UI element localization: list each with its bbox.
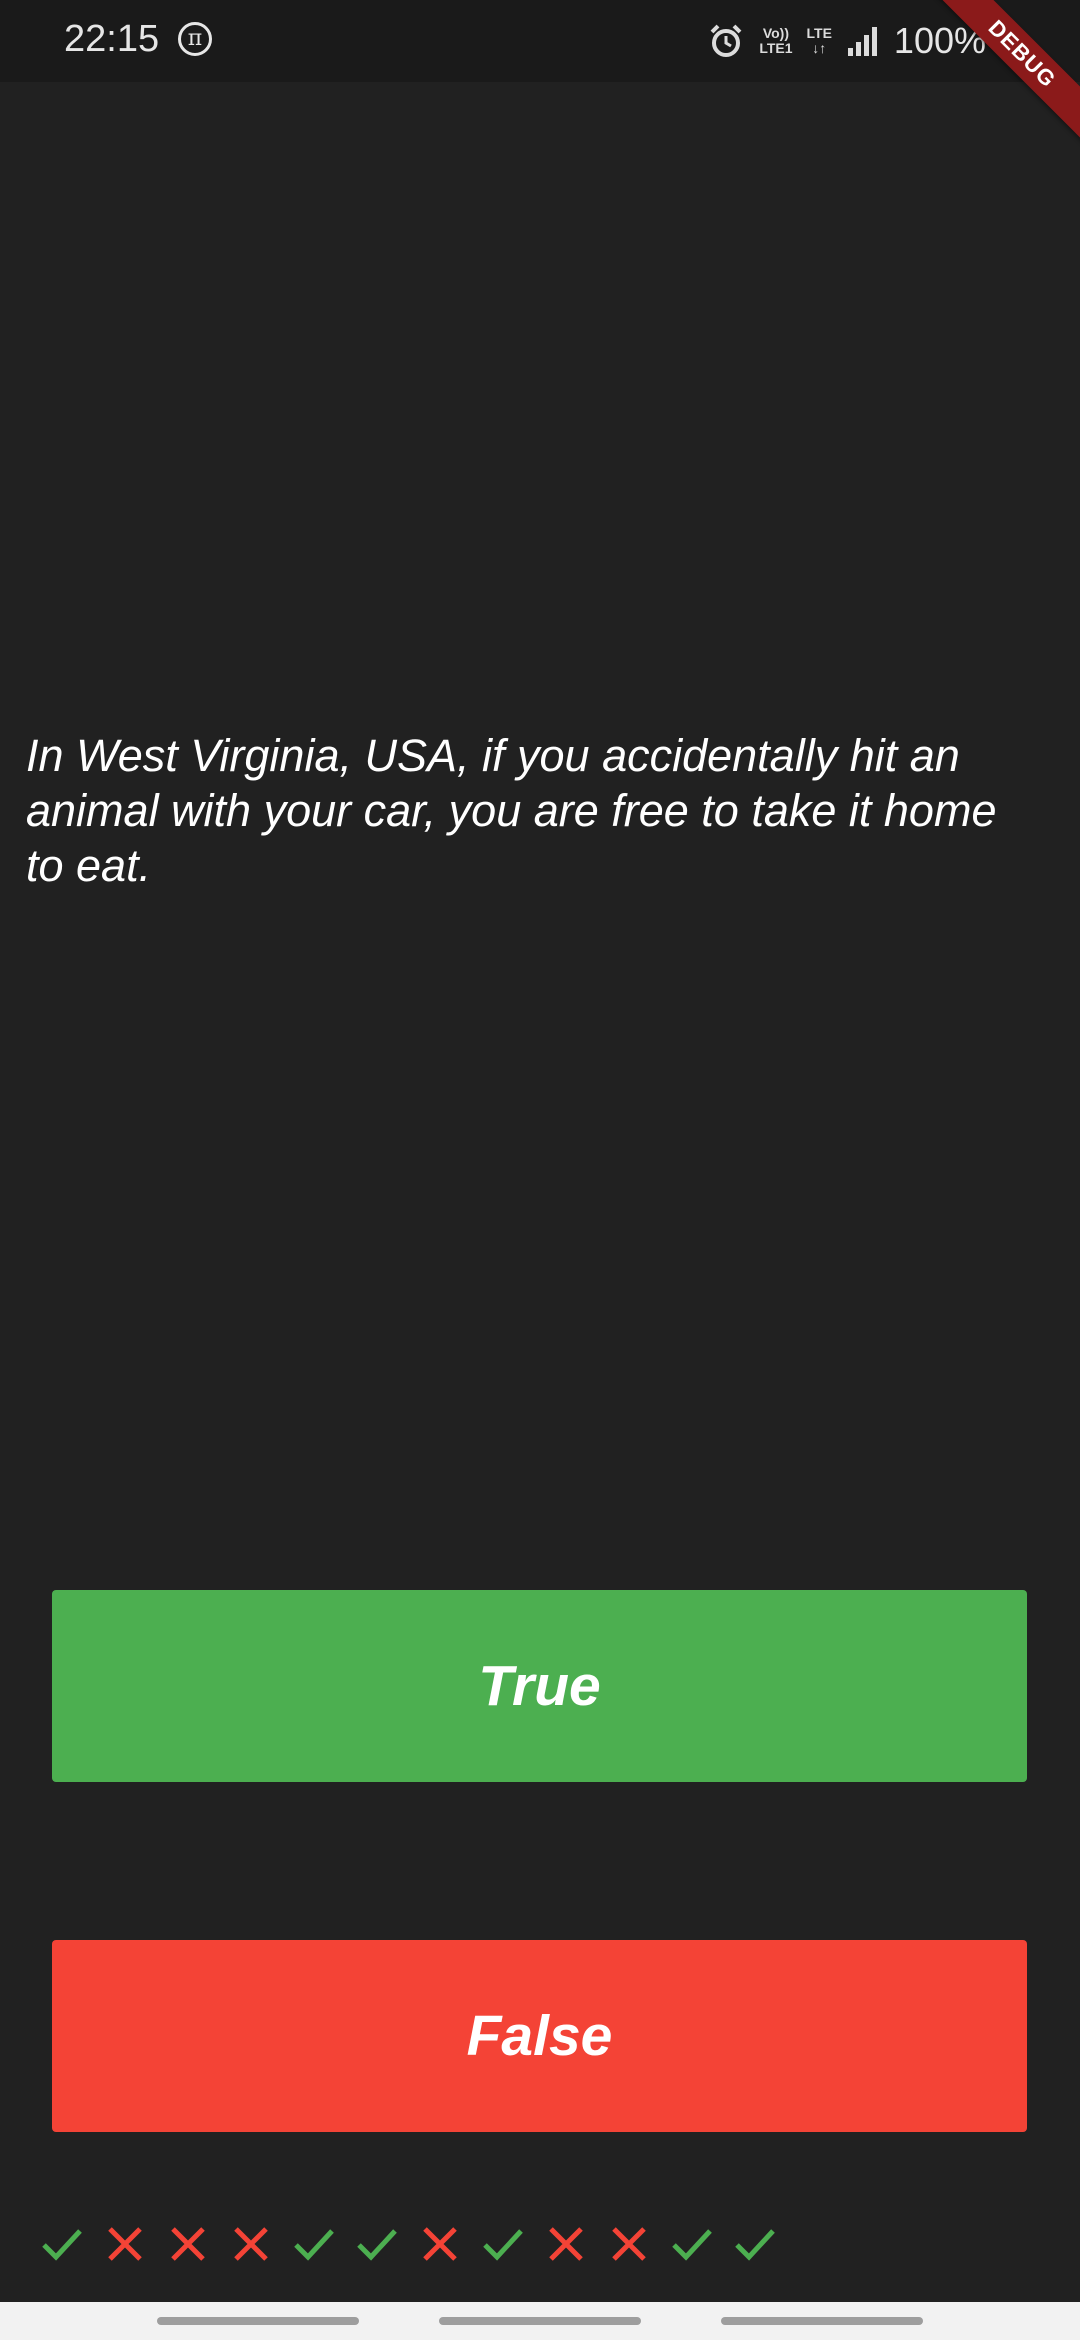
nav-handle-center[interactable] (439, 2317, 641, 2325)
true-button[interactable]: True (52, 1590, 1027, 1782)
close-icon (408, 2218, 471, 2270)
check-icon (345, 2218, 408, 2270)
volte-indicator: Vo)) LTE1 (759, 25, 793, 56)
check-icon (660, 2218, 723, 2270)
status-time: 22:15 (64, 18, 160, 60)
check-icon (30, 2218, 93, 2270)
score-keeper (30, 2218, 786, 2270)
true-button-label: True (478, 1654, 601, 1718)
check-icon (471, 2218, 534, 2270)
nav-handle-right[interactable] (721, 2317, 923, 2325)
pi-icon: π (178, 22, 212, 56)
signal-icon (846, 24, 880, 58)
check-icon (282, 2218, 345, 2270)
false-button-label: False (466, 2004, 613, 2068)
quiz-screen: 22:15 π Vo)) LTE1 LTE ↓↑ 100% DEBUG In W… (0, 0, 1080, 2340)
status-bar: 22:15 π Vo)) LTE1 LTE ↓↑ 100% (0, 0, 1080, 82)
close-icon (156, 2218, 219, 2270)
alarm-icon (707, 22, 745, 60)
nav-handle-left[interactable] (157, 2317, 359, 2325)
navigation-bar (0, 2302, 1080, 2340)
false-button[interactable]: False (52, 1940, 1027, 2132)
lte-indicator: LTE ↓↑ (806, 25, 832, 56)
close-icon (597, 2218, 660, 2270)
close-icon (219, 2218, 282, 2270)
close-icon (93, 2218, 156, 2270)
question-text: In West Virginia, USA, if you accidental… (26, 730, 997, 891)
close-icon (534, 2218, 597, 2270)
check-icon (723, 2218, 786, 2270)
